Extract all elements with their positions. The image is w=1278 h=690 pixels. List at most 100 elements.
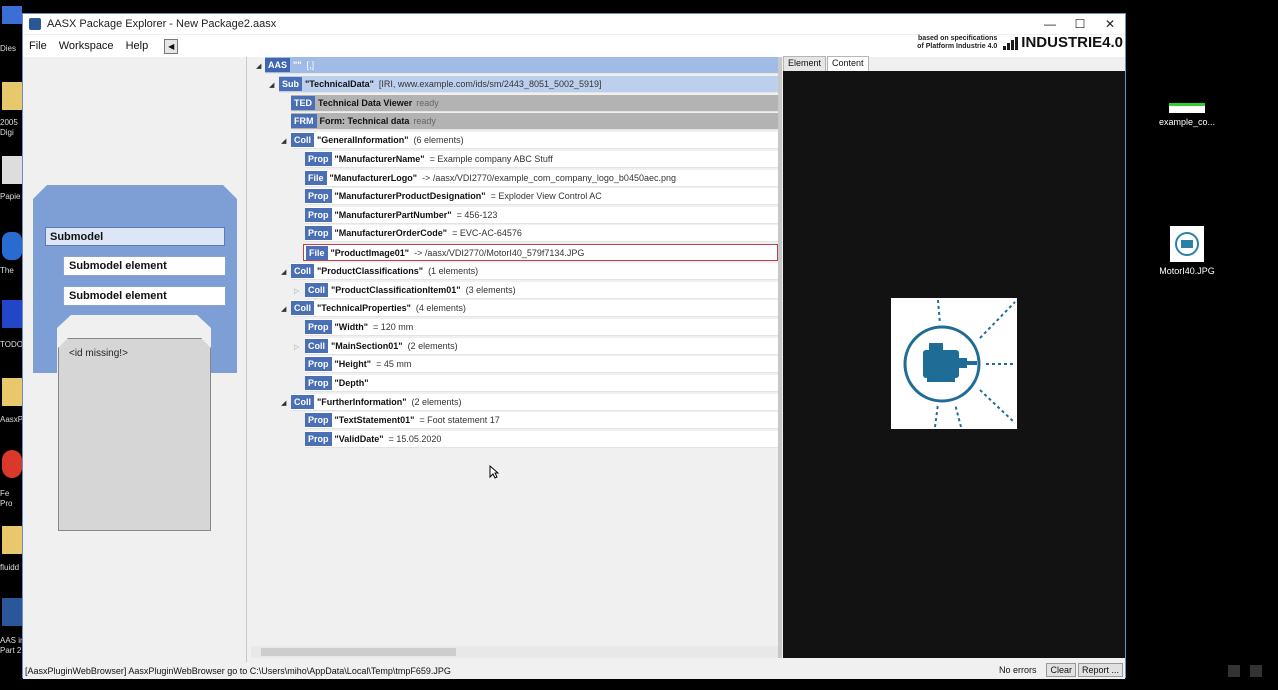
horizontal-scrollbar[interactable] [251, 646, 778, 658]
menu-help[interactable]: Help [120, 40, 155, 52]
collapse-triangle-icon[interactable]: ◢ [281, 268, 286, 276]
pause-icon[interactable] [1228, 665, 1240, 677]
node-info: = Foot statement 17 [419, 415, 500, 425]
tree-row-submodel[interactable]: ◢ Sub "TechnicalData" [IRI, www.example.… [251, 76, 778, 93]
desktop-label: Part 2 [0, 646, 22, 655]
desktop-file-motor[interactable]: MotorI40.JPG [1152, 226, 1222, 276]
tree-node[interactable]: Coll "ProductClassifications" (1 element… [291, 263, 778, 280]
desktop-label: AAS in [0, 636, 22, 645]
tree-row[interactable]: Prop "ManufacturerProductDesignation" = … [251, 188, 778, 205]
tree-row[interactable]: File "ManufacturerLogo" -> /aasx/VDI2770… [251, 170, 778, 187]
app-icon[interactable] [2, 232, 22, 260]
tree-node[interactable]: TED Technical Data Viewer ready [291, 95, 778, 112]
clear-button[interactable]: Clear [1046, 663, 1076, 677]
tree-node[interactable]: Coll "FurtherInformation" (2 elements) [291, 394, 778, 411]
collapse-triangle-icon[interactable]: ◢ [281, 137, 286, 145]
tree-row[interactable]: ◢ Coll "GeneralInformation" (6 elements) [251, 132, 778, 149]
tree-row[interactable]: Prop "Height" = 45 mm [251, 356, 778, 373]
tree-node[interactable]: AAS "" [,] [265, 57, 778, 74]
collapse-panel-button[interactable]: ◀ [164, 38, 179, 54]
collapse-triangle-icon[interactable]: ◢ [256, 62, 261, 70]
tree-row[interactable]: ◢ Coll "ProductClassifications" (1 eleme… [251, 263, 778, 280]
desktop-file-example[interactable]: example_co... [1152, 103, 1222, 127]
tree-row[interactable]: Prop "ValidDate" = 15.05.2020 [251, 431, 778, 448]
tree-row[interactable]: Prop "ManufacturerOrderCode" = EVC-AC-64… [251, 225, 778, 242]
tree-node[interactable]: Prop "ValidDate" = 15.05.2020 [305, 431, 778, 448]
report-button[interactable]: Report ... [1077, 663, 1123, 677]
tree-node[interactable]: Prop "ManufacturerPartNumber" = 456-123 [305, 207, 778, 224]
tab-element[interactable]: Element [783, 56, 827, 71]
prop-badge: Prop [305, 413, 332, 427]
minimize-button[interactable]: — [1035, 14, 1065, 34]
folder-icon[interactable] [2, 82, 22, 110]
tree-node[interactable]: Prop "ManufacturerOrderCode" = EVC-AC-64… [305, 225, 778, 242]
app-window: AASX Package Explorer - New Package2.aas… [22, 13, 1126, 679]
tree-node[interactable]: Coll "MainSection01" (2 elements) [305, 338, 778, 355]
tree-row[interactable]: Prop "Width" = 120 mm [251, 319, 778, 336]
expand-triangle-icon[interactable]: ▷ [294, 287, 299, 295]
collapse-triangle-icon[interactable]: ◢ [281, 399, 286, 407]
tree-row-plugin[interactable]: TED Technical Data Viewer ready [251, 95, 778, 112]
node-name: "ManufacturerName" [334, 154, 425, 164]
pip-icon[interactable] [1250, 665, 1262, 677]
node-info: (6 elements) [413, 135, 464, 145]
industrie40-logo: based on specifications of Platform Indu… [917, 34, 1123, 51]
tree-node[interactable]: File "ManufacturerLogo" -> /aasx/VDI2770… [305, 170, 778, 187]
tree-row[interactable]: ◢ Coll "FurtherInformation" (2 elements) [251, 394, 778, 411]
node-info: (2 elements) [411, 397, 462, 407]
tree-node[interactable]: Prop "TextStatement01" = Foot statement … [305, 412, 778, 429]
tree-row[interactable]: Prop "ManufacturerName" = Example compan… [251, 151, 778, 168]
brand-logo-text: INDUSTRIE4.0 [1021, 34, 1123, 51]
chrome-icon[interactable] [2, 450, 22, 478]
tree-node[interactable]: Prop "Depth" [305, 375, 778, 392]
tree-node[interactable]: Prop "ManufacturerName" = Example compan… [305, 151, 778, 168]
node-info: [IRI, www.example.com/ids/sm/2443_8051_5… [378, 79, 602, 89]
folder-icon[interactable] [2, 526, 22, 554]
menu-workspace[interactable]: Workspace [53, 40, 120, 52]
desktop-icon[interactable] [2, 6, 22, 24]
brand-line-2: of Platform Industrie 4.0 [917, 42, 998, 50]
folder-icon[interactable] [2, 378, 22, 406]
expand-triangle-icon[interactable]: ▷ [294, 343, 299, 351]
node-name: "Depth" [334, 378, 369, 388]
title-bar[interactable]: AASX Package Explorer - New Package2.aas… [23, 14, 1125, 34]
menu-file[interactable]: File [23, 40, 53, 52]
tree-row[interactable]: ▷ Coll "MainSection01" (2 elements) [251, 338, 778, 355]
maximize-button[interactable]: ☐ [1065, 14, 1095, 34]
tree-row[interactable]: Prop "ManufacturerPartNumber" = 456-123 [251, 207, 778, 224]
tree-node[interactable]: Prop "Height" = 45 mm [305, 356, 778, 373]
tree-row-aas[interactable]: ◢ AAS "" [,] [251, 57, 778, 74]
tree-row[interactable]: Prop "Depth" [251, 375, 778, 392]
tree-node[interactable]: File "ProductImage01" -> /aasx/VDI2770/M… [303, 244, 778, 261]
tree-row-plugin[interactable]: FRM Form: Technical data ready [251, 113, 778, 130]
tree-node[interactable]: FRM Form: Technical data ready [291, 113, 778, 130]
node-name: "GeneralInformation" [317, 135, 409, 145]
tree-row[interactable]: ▷ Coll "ProductClassificationItem01" (3 … [251, 282, 778, 299]
node-name: "ManufacturerLogo" [329, 173, 418, 183]
word-icon[interactable] [2, 598, 22, 626]
tree-node[interactable]: Coll "TechnicalProperties" (4 elements) [291, 300, 778, 317]
tree-node[interactable]: Prop "Width" = 120 mm [305, 319, 778, 336]
scrollbar-thumb[interactable] [261, 648, 456, 656]
tree-node[interactable]: Sub "TechnicalData" [IRI, www.example.co… [279, 76, 778, 93]
node-name: "TextStatement01" [334, 415, 415, 425]
tree-node[interactable]: Coll "ProductClassificationItem01" (3 el… [305, 282, 778, 299]
app-icon[interactable] [2, 300, 22, 328]
tree-row[interactable]: Prop "TextStatement01" = Foot statement … [251, 412, 778, 429]
recycle-bin-icon[interactable] [2, 156, 22, 184]
node-name: "ProductImage01" [330, 247, 410, 258]
tree-node[interactable]: Prop "ManufacturerProductDesignation" = … [305, 188, 778, 205]
coll-badge: Coll [305, 339, 328, 353]
tree-row[interactable]: ◢ Coll "TechnicalProperties" (4 elements… [251, 300, 778, 317]
collapse-triangle-icon[interactable]: ◢ [281, 305, 286, 313]
prop-badge: Prop [305, 357, 332, 371]
node-info: = EVC-AC-64576 [452, 228, 522, 238]
tab-content[interactable]: Content [827, 56, 869, 71]
prop-badge: Prop [305, 189, 332, 203]
close-button[interactable]: ✕ [1095, 14, 1125, 34]
tree-row-selected[interactable]: File "ProductImage01" -> /aasx/VDI2770/M… [251, 244, 778, 261]
pane-splitter[interactable] [778, 57, 782, 658]
tree-node[interactable]: Coll "GeneralInformation" (6 elements) [291, 132, 778, 149]
id-box: <id missing!> [58, 338, 211, 531]
collapse-triangle-icon[interactable]: ◢ [269, 81, 274, 89]
